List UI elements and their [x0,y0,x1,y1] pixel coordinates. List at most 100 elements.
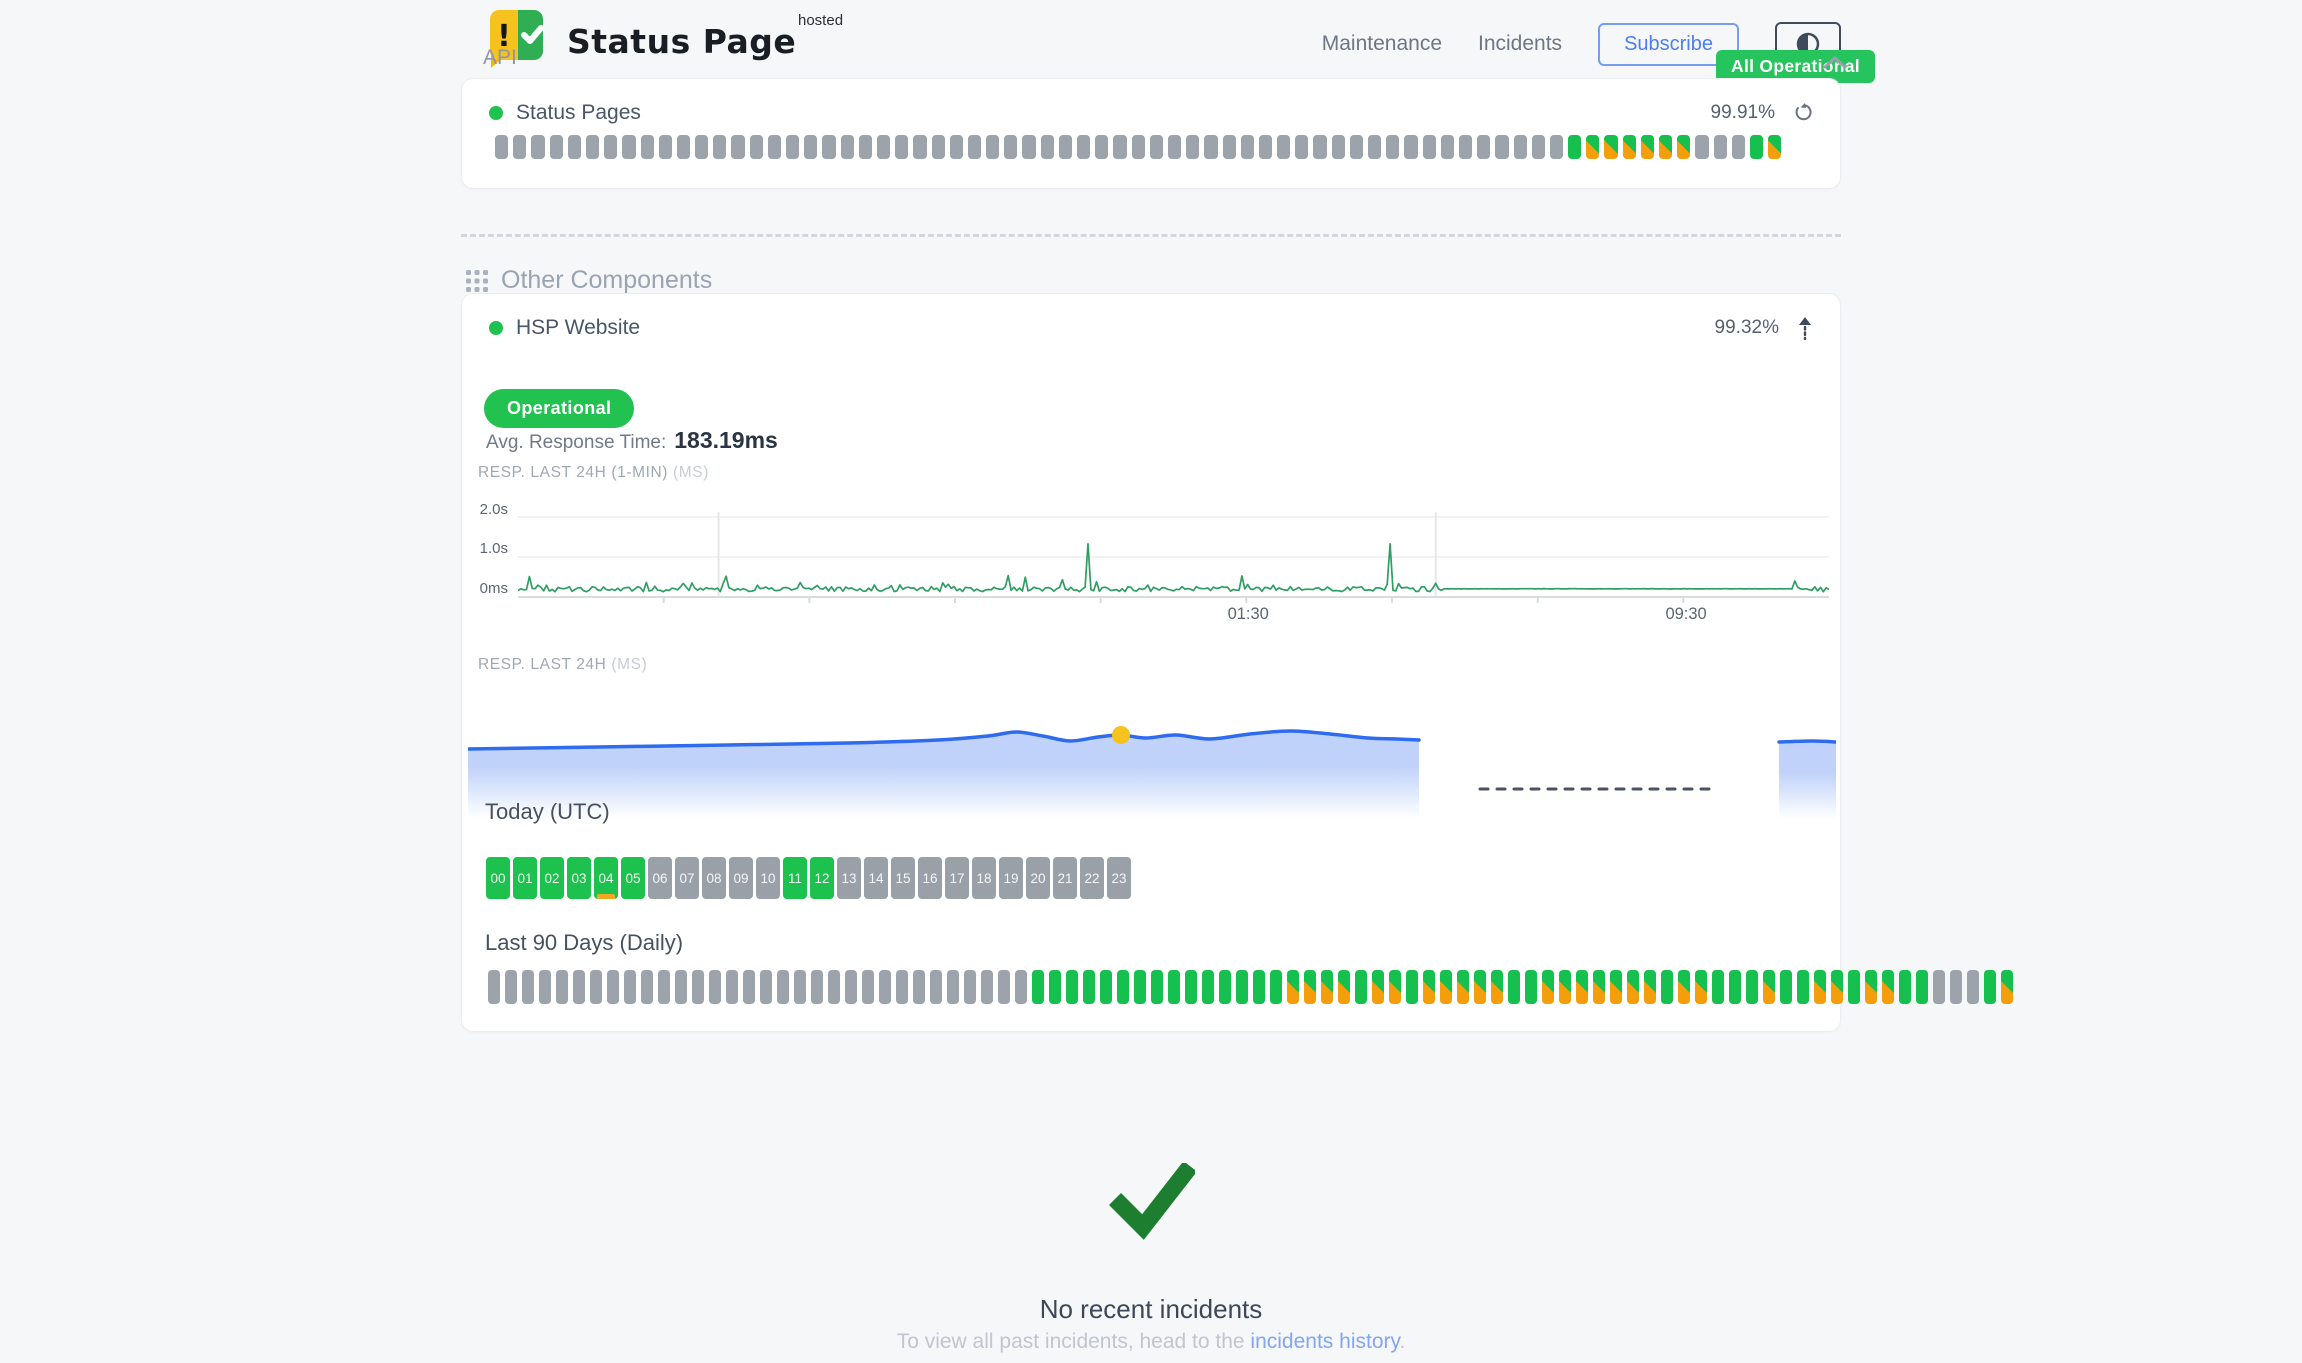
hour-cell-12[interactable]: 12 [810,857,834,899]
daily-uptime-bar[interactable] [964,970,976,1004]
daily-uptime-bar[interactable] [1134,970,1146,1004]
uptime-bar-segment[interactable] [913,135,926,159]
daily-uptime-bar[interactable] [1355,970,1367,1004]
uptime-bar-segment[interactable] [1004,135,1017,159]
daily-uptime-bar[interactable] [1814,970,1826,1004]
uptime-bar-segment[interactable] [1022,135,1035,159]
uptime-bar-segment[interactable] [641,135,654,159]
daily-uptime-bar[interactable] [1916,970,1928,1004]
uptime-bar-segment[interactable] [695,135,708,159]
daily-uptime-bar[interactable] [1457,970,1469,1004]
uptime-bar-segment[interactable] [1695,135,1708,159]
hour-cell-00[interactable]: 00 [486,857,510,899]
daily-uptime-bar[interactable] [811,970,823,1004]
daily-uptime-bar[interactable] [1695,970,1707,1004]
chevron-up-icon[interactable] [1822,54,1848,75]
daily-uptime-bar[interactable] [1440,970,1452,1004]
uptime-bar-segment[interactable] [550,135,563,159]
uptime-bar-segment[interactable] [1768,135,1781,159]
daily-uptime-bar[interactable] [1712,970,1724,1004]
uptime-bar-segment[interactable] [713,135,726,159]
daily-uptime-bar[interactable] [1865,970,1877,1004]
uptime-bar-segment[interactable] [1586,135,1599,159]
daily-uptime-bar[interactable] [1780,970,1792,1004]
daily-uptime-bar[interactable] [505,970,517,1004]
hour-cell-14[interactable]: 14 [864,857,888,899]
uptime-bar-segment[interactable] [1168,135,1181,159]
uptime-bar-segment[interactable] [1223,135,1236,159]
uptime-bar-segment[interactable] [1259,135,1272,159]
uptime-bar-segment[interactable] [841,135,854,159]
daily-uptime-bar[interactable] [1593,970,1605,1004]
uptime-bar-segment[interactable] [950,135,963,159]
daily-uptime-bar[interactable] [607,970,619,1004]
uptime-bar-segment[interactable] [1095,135,1108,159]
daily-uptime-bar[interactable] [862,970,874,1004]
uptime-bar-segment[interactable] [1277,135,1290,159]
uptime-bar-segment[interactable] [731,135,744,159]
daily-uptime-bar[interactable] [1015,970,1027,1004]
daily-uptime-bar[interactable] [1202,970,1214,1004]
daily-uptime-bar[interactable] [1083,970,1095,1004]
hour-cell-05[interactable]: 05 [621,857,645,899]
uptime-bar-segment[interactable] [1623,135,1636,159]
daily-uptime-bar[interactable] [692,970,704,1004]
daily-uptime-bar[interactable] [1372,970,1384,1004]
uptime-bar-segment[interactable] [1150,135,1163,159]
daily-uptime-bar[interactable] [1542,970,1554,1004]
daily-uptime-bar[interactable] [709,970,721,1004]
daily-uptime-bar[interactable] [1559,970,1571,1004]
response-area-chart[interactable] [468,651,1836,831]
uptime-bar-segment[interactable] [1732,135,1745,159]
hour-cell-11[interactable]: 11 [783,857,807,899]
hour-cell-19[interactable]: 19 [999,857,1023,899]
daily-uptime-bar[interactable] [1967,970,1979,1004]
daily-uptime-bar[interactable] [1270,970,1282,1004]
daily-uptime-bar[interactable] [913,970,925,1004]
uptime-bar-segment[interactable] [1441,135,1454,159]
daily-uptime-bar[interactable] [1848,970,1860,1004]
uptime-bar-segment[interactable] [513,135,526,159]
uptime-bar-segment[interactable] [604,135,617,159]
hour-cell-09[interactable]: 09 [729,857,753,899]
uptime-bar-segment[interactable] [568,135,581,159]
incidents-history-link[interactable]: incidents history [1250,1330,1399,1353]
hour-cell-13[interactable]: 13 [837,857,861,899]
daily-uptime-bar[interactable] [1610,970,1622,1004]
daily-uptime-bar[interactable] [1950,970,1962,1004]
daily-uptime-bar[interactable] [1100,970,1112,1004]
uptime-bar-segment[interactable] [859,135,872,159]
daily-uptime-bar[interactable] [1066,970,1078,1004]
hour-cell-21[interactable]: 21 [1053,857,1077,899]
daily-uptime-bar[interactable] [777,970,789,1004]
hour-cell-01[interactable]: 01 [513,857,537,899]
daily-uptime-bar[interactable] [930,970,942,1004]
daily-uptime-bar[interactable] [1644,970,1656,1004]
daily-uptime-bar[interactable] [2001,970,2013,1004]
uptime-bar-segment[interactable] [1368,135,1381,159]
uptime-bar-segment[interactable] [1113,135,1126,159]
daily-uptime-bar[interactable] [1423,970,1435,1004]
uptime-bar-segment[interactable] [1350,135,1363,159]
uptime-bar-segment[interactable] [1204,135,1217,159]
hour-cell-15[interactable]: 15 [891,857,915,899]
uptime-bar-segment[interactable] [1568,135,1581,159]
hour-cell-06[interactable]: 06 [648,857,672,899]
daily-uptime-bar[interactable] [998,970,1010,1004]
uptime-bar-segment[interactable] [1186,135,1199,159]
uptime-bar-segment[interactable] [1059,135,1072,159]
uptime-bar-segment[interactable] [804,135,817,159]
daily-uptime-bar[interactable] [1117,970,1129,1004]
hour-cell-07[interactable]: 07 [675,857,699,899]
daily-uptime-bar[interactable] [1661,970,1673,1004]
uptime-bar-segment[interactable] [1332,135,1345,159]
daily-uptime-bar[interactable] [1508,970,1520,1004]
daily-uptime-bar[interactable] [743,970,755,1004]
daily-uptime-bar[interactable] [1984,970,1996,1004]
nav-incidents[interactable]: Incidents [1478,32,1562,56]
daily-uptime-bar[interactable] [1321,970,1333,1004]
daily-uptime-bar[interactable] [947,970,959,1004]
uptime-bar-segment[interactable] [1714,135,1727,159]
uptime-bar-segment[interactable] [1532,135,1545,159]
uptime-bar-segment[interactable] [1550,135,1563,159]
